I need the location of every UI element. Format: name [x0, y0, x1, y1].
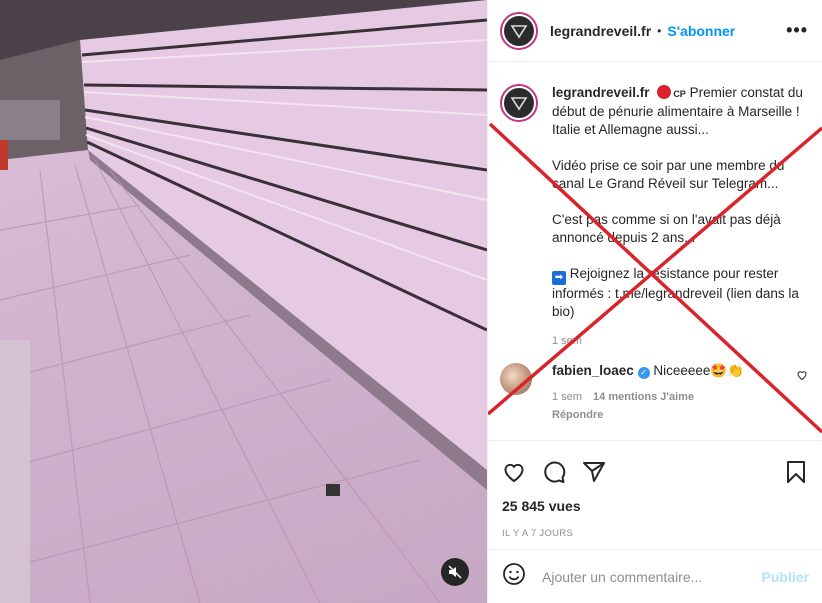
cp-badge: CP — [673, 89, 686, 99]
caption-username[interactable]: legrandreveil.fr — [552, 85, 650, 100]
share-button[interactable] — [580, 458, 608, 486]
post-age: IL Y A 7 JOURS — [502, 528, 574, 539]
muted-speaker-icon — [448, 565, 462, 579]
comment-likes[interactable]: 14 mentions J'aime — [593, 391, 694, 403]
triangle-logo-icon — [510, 24, 528, 38]
save-button[interactable] — [782, 458, 810, 486]
like-button[interactable] — [500, 458, 528, 486]
caption-author-avatar[interactable] — [500, 84, 538, 122]
heart-icon — [504, 463, 524, 482]
commenter-avatar[interactable] — [500, 363, 532, 395]
emoji-icon[interactable] — [502, 562, 526, 592]
comment-like-heart-icon[interactable] — [796, 369, 808, 384]
view-count[interactable]: 25 845 vues — [488, 498, 822, 514]
verified-badge-icon: ✓ — [637, 367, 650, 379]
right-arrow-emoji-icon: ➡ — [552, 271, 566, 285]
paper-plane-icon — [583, 461, 605, 482]
red-circle-emoji-icon — [657, 85, 672, 99]
reply-button[interactable]: Répondre — [552, 409, 744, 421]
comment-item: fabien_loaec ✓ Niceeeee🤩👏 1 sem 14 menti… — [488, 347, 822, 421]
caption-text: legrandreveil.fr CP Premier constat du d… — [552, 84, 805, 339]
post-side-panel: legrandreveil.fr • S'abonner ••• legrand… — [487, 0, 822, 603]
comment-input[interactable] — [542, 568, 742, 585]
author-avatar[interactable] — [500, 11, 538, 50]
triangle-logo-icon — [510, 97, 528, 111]
caption: legrandreveil.fr CP Premier constat du d… — [488, 62, 822, 339]
add-comment-bar: Publier — [488, 549, 822, 603]
follow-button[interactable]: S'abonner — [667, 23, 735, 39]
mute-toggle-button[interactable] — [441, 558, 469, 586]
commenter-username[interactable]: fabien_loaec — [552, 363, 634, 378]
more-options-button[interactable]: ••• — [786, 20, 808, 41]
author-username[interactable]: legrandreveil.fr — [550, 23, 651, 39]
comments-scroll-area[interactable]: legrandreveil.fr CP Premier constat du d… — [488, 62, 822, 440]
caption-line-3: C'est pas comme si on l'avait pas déjà a… — [552, 212, 781, 245]
bookmark-icon — [787, 460, 805, 483]
comment-bubble-icon — [544, 461, 566, 483]
caption-line-4: Rejoignez la résistance pour rester info… — [552, 266, 799, 319]
separator-dot: • — [657, 23, 662, 38]
comment-text: Niceeeee🤩👏 — [653, 363, 744, 378]
post-video[interactable] — [0, 0, 487, 603]
comment-button[interactable] — [540, 458, 568, 486]
video-frame-illustration — [0, 0, 487, 603]
comment-time: 1 sem — [552, 391, 582, 403]
post-header: legrandreveil.fr • S'abonner ••• — [488, 0, 822, 62]
publish-button[interactable]: Publier — [762, 569, 809, 585]
caption-line-2: Vidéo prise ce soir par une membre du ca… — [552, 158, 785, 191]
action-bar — [488, 440, 822, 502]
